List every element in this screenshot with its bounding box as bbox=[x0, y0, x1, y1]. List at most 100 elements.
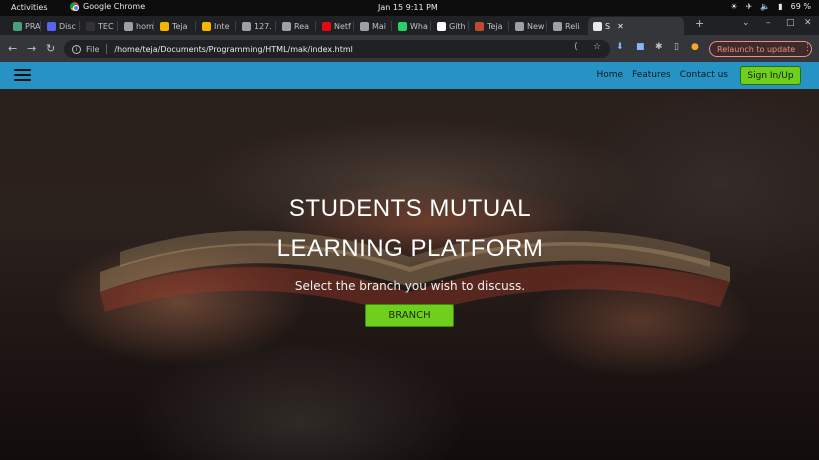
tab-separator bbox=[353, 21, 354, 31]
nav-link-contact[interactable]: Contact us bbox=[680, 70, 728, 80]
tab[interactable]: Netf bbox=[317, 17, 353, 35]
maximize-icon[interactable]: □ bbox=[786, 18, 795, 28]
minimize-icon[interactable]: – bbox=[766, 18, 771, 28]
site-navbar: Home Features Contact us Sign In/Up bbox=[0, 62, 819, 89]
tab[interactable]: Gith bbox=[432, 17, 468, 35]
tab-separator bbox=[430, 21, 431, 31]
tab-label: New bbox=[527, 21, 545, 31]
extension-icon[interactable]: ■ bbox=[636, 42, 645, 52]
tab-separator bbox=[546, 21, 547, 31]
branch-button[interactable]: BRANCH bbox=[365, 304, 454, 327]
tab[interactable]: Mai bbox=[355, 17, 391, 35]
tab[interactable]: Disc bbox=[42, 17, 79, 35]
hero-title-line1: STUDENTS MUTUAL bbox=[288, 195, 532, 222]
tab-label: Reli bbox=[565, 21, 580, 31]
battery-percent: 69 % bbox=[790, 2, 811, 11]
nav-link-features[interactable]: Features bbox=[632, 70, 671, 80]
tab[interactable]: Rea bbox=[277, 17, 315, 35]
download-icon[interactable]: ⬇ bbox=[616, 42, 624, 52]
tab-label: Netf bbox=[334, 21, 351, 31]
system-tray[interactable]: ☀ ✈ 🔈 ▮ 69 % bbox=[730, 2, 811, 11]
clock[interactable]: Jan 15 9:11 PM bbox=[378, 3, 438, 12]
tab-separator bbox=[468, 21, 469, 31]
tab-active[interactable]: S ✕ bbox=[588, 17, 684, 35]
url-text[interactable]: /home/teja/Documents/Programming/HTML/ma… bbox=[114, 45, 353, 54]
tab-label: Inte bbox=[214, 21, 230, 31]
app-menu[interactable]: Google Chrome bbox=[70, 2, 145, 11]
hero-subtitle: Select the branch you wish to discuss. bbox=[294, 279, 526, 293]
app-name: Google Chrome bbox=[83, 2, 146, 11]
tab-favicon-icon bbox=[282, 21, 291, 31]
forward-icon[interactable]: → bbox=[27, 42, 36, 55]
extensions-puzzle-icon[interactable]: ✱ bbox=[655, 42, 663, 52]
tab-separator bbox=[195, 21, 196, 31]
close-window-icon[interactable]: ✕ bbox=[804, 18, 812, 28]
signin-button[interactable]: Sign In/Up bbox=[740, 66, 801, 85]
bookmark-star-icon[interactable]: ☆ bbox=[593, 42, 601, 52]
tab-separator bbox=[315, 21, 316, 31]
tab-favicon-icon bbox=[160, 21, 169, 31]
tab[interactable]: TEC bbox=[81, 17, 117, 35]
tab-favicon-icon bbox=[13, 21, 22, 31]
tab-label: S bbox=[605, 21, 611, 31]
tab-favicon-icon bbox=[86, 21, 95, 31]
tab-favicon-icon bbox=[553, 21, 562, 31]
tab-separator bbox=[391, 21, 392, 31]
tab-favicon-icon bbox=[47, 21, 56, 31]
nav-links: Home Features Contact us bbox=[587, 70, 728, 80]
reload-icon[interactable]: ↻ bbox=[46, 42, 55, 55]
tab-favicon-icon bbox=[398, 21, 407, 31]
tab-favicon-icon bbox=[360, 21, 369, 31]
tab-label: Wha bbox=[410, 21, 428, 31]
system-top-bar: Activities Google Chrome Jan 15 9:11 PM … bbox=[0, 0, 819, 16]
activities-button[interactable]: Activities bbox=[11, 3, 48, 12]
new-tab-button[interactable]: + bbox=[695, 17, 704, 30]
relaunch-button[interactable]: Relaunch to update bbox=[709, 41, 813, 57]
tab-label: Teja bbox=[487, 21, 503, 31]
chrome-logo-icon bbox=[70, 2, 79, 11]
tab-separator bbox=[153, 21, 154, 31]
tab[interactable]: 127. bbox=[237, 17, 275, 35]
nav-link-home[interactable]: Home bbox=[596, 70, 623, 80]
tab-favicon-icon bbox=[475, 21, 484, 31]
divider bbox=[106, 44, 108, 54]
tab-label: hom bbox=[136, 21, 153, 31]
tab[interactable]: Wha bbox=[393, 17, 430, 35]
tab-label: Gith bbox=[449, 21, 466, 31]
kebab-menu-icon[interactable]: ⋮ bbox=[803, 43, 812, 53]
tab[interactable]: Inte bbox=[197, 17, 235, 35]
tab-label: TEC bbox=[98, 21, 114, 31]
file-label: File bbox=[86, 44, 100, 54]
tab-label: Rea bbox=[294, 21, 310, 31]
hamburger-menu-icon[interactable] bbox=[14, 69, 31, 81]
tab[interactable]: Teja bbox=[155, 17, 195, 35]
tab-search-icon[interactable]: ⌄ bbox=[742, 18, 750, 28]
tab[interactable]: Teja bbox=[470, 17, 508, 35]
tab-separator bbox=[79, 21, 80, 31]
tab-favicon-icon bbox=[593, 21, 602, 31]
hero-title-line2: LEARNING PLATFORM bbox=[276, 235, 544, 262]
volume-icon: 🔈 bbox=[760, 2, 771, 11]
battery-icon: ▮ bbox=[778, 2, 783, 11]
tab-favicon-icon bbox=[242, 21, 251, 31]
tab-close-icon[interactable]: ✕ bbox=[617, 22, 624, 31]
tab[interactable]: PRA bbox=[8, 17, 40, 35]
tab[interactable]: New bbox=[510, 17, 546, 35]
tab[interactable]: hom bbox=[119, 17, 153, 35]
tab-separator bbox=[117, 21, 118, 31]
tab-label: Disc bbox=[59, 21, 76, 31]
relaunch-label: Relaunch to update bbox=[717, 44, 796, 54]
address-bar[interactable]: i File /home/teja/Documents/Programming/… bbox=[64, 40, 610, 58]
info-icon[interactable]: i bbox=[72, 44, 81, 54]
tab-separator bbox=[508, 21, 509, 31]
tab-favicon-icon bbox=[437, 21, 446, 31]
back-icon[interactable]: ← bbox=[8, 42, 17, 55]
tab[interactable]: Reli bbox=[548, 17, 586, 35]
share-icon[interactable]: ⟨ bbox=[574, 42, 578, 52]
tab-separator bbox=[275, 21, 276, 31]
side-panel-icon[interactable]: ▯ bbox=[674, 42, 679, 52]
profile-avatar-icon[interactable]: ● bbox=[691, 42, 699, 52]
tab-favicon-icon bbox=[322, 21, 331, 31]
tab-label: 127. bbox=[254, 21, 272, 31]
tab-separator bbox=[40, 21, 41, 31]
